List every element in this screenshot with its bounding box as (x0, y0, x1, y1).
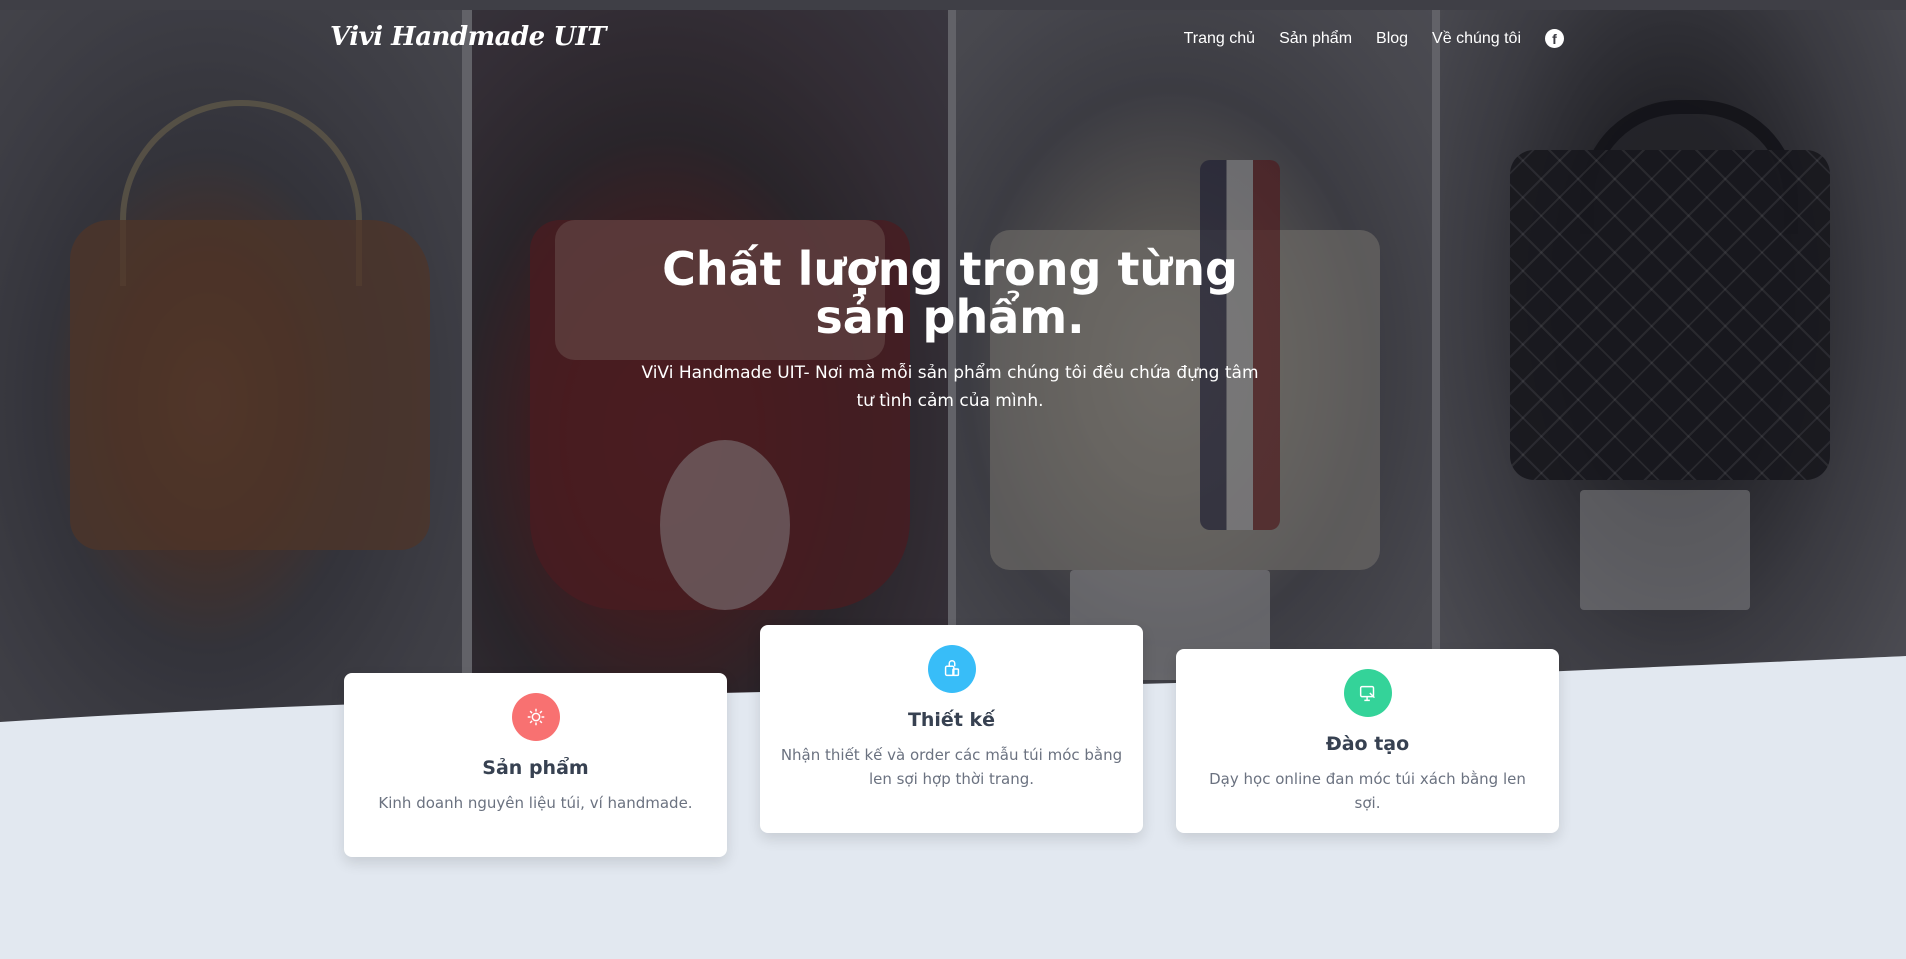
feature-description: Nhận thiết kế và order các mẫu túi móc b… (780, 746, 1123, 788)
nav-item-blog[interactable]: Blog (1376, 30, 1408, 48)
nav-item-home[interactable]: Trang chủ (1184, 30, 1255, 48)
facebook-icon[interactable]: f (1545, 29, 1564, 48)
feature-card-design: Thiết kế Nhận thiết kế và order các mẫu … (760, 625, 1143, 833)
feature-title: Đào tạo (1325, 733, 1410, 755)
training-icon (1343, 669, 1392, 717)
hero-subtitle: ViVi Handmade UIT- Nơi mà mỗi sản phẩm c… (641, 363, 1259, 411)
feature-card-products: Sản phẩm Kinh doanh nguyên liệu túi, ví … (344, 673, 727, 857)
nav-item-about[interactable]: Về chúng tôi (1432, 30, 1521, 48)
browser-top-strip (0, 0, 1906, 10)
page: Vivi Handmade UIT Trang chủ Sản phẩm Blo… (0, 0, 1906, 959)
hero-content: Chất lượng trong từng sản phẩm. ViVi Han… (640, 245, 1260, 415)
feature-card-training: Đào tạo Dạy học online đan móc túi xách … (1176, 649, 1559, 833)
nav-item-products[interactable]: Sản phẩm (1279, 30, 1352, 48)
product-icon (511, 693, 560, 741)
feature-description: Kinh doanh nguyên liệu túi, ví handmade. (378, 794, 693, 812)
feature-title: Thiết kế (907, 709, 996, 731)
hero-title: Chất lượng trong từng sản phẩm. (662, 242, 1238, 344)
feature-title: Sản phẩm (482, 757, 589, 779)
design-icon (927, 645, 976, 693)
feature-description: Dạy học online đan móc túi xách bằng len… (1209, 770, 1526, 812)
main-nav: Trang chủ Sản phẩm Blog Về chúng tôi f (1160, 29, 1564, 48)
brand-logo[interactable]: Vivi Handmade UIT (330, 22, 606, 52)
